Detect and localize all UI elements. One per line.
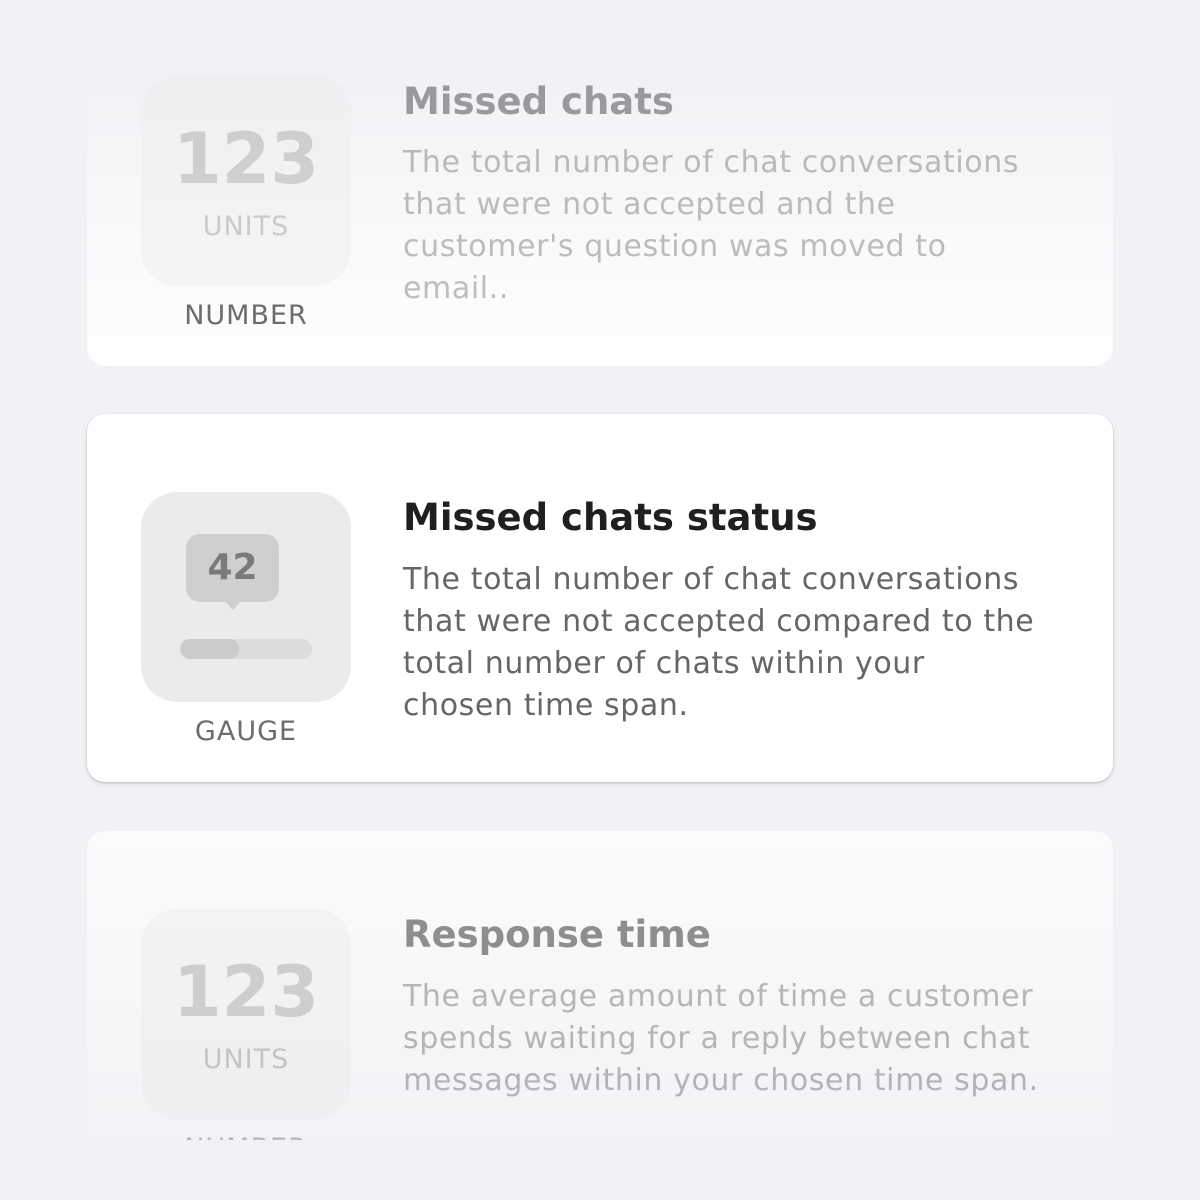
widget-card-missed-chats[interactable]: 123 UNITS Missed chats The total number … (87, 18, 1113, 366)
preview-number: 123 (172, 118, 320, 200)
preview-unit: UNITS (202, 1044, 290, 1075)
preview-number: 123 (172, 951, 320, 1033)
gauge-track (180, 639, 312, 659)
gauge-value-bubble: 42 (186, 534, 279, 602)
number-preview-tile: 123 UNITS (141, 909, 351, 1119)
gauge-fill (180, 639, 240, 659)
card-description: The total number of chat conversations t… (403, 145, 1020, 306)
widget-type-list: 123 UNITS Missed chats The total number … (0, 0, 1200, 1200)
gauge-preview-tile: 42 (141, 492, 351, 702)
widget-type-label: NUMBER (184, 300, 308, 331)
widget-card-missed-chats-status[interactable]: 42 GAUGE Missed chats status The total n… (87, 414, 1113, 782)
card-title: Missed chats status (403, 496, 818, 539)
bubble-tail (224, 600, 242, 610)
number-preview-tile: 123 UNITS (141, 76, 351, 286)
widget-card-response-time[interactable]: 123 UNITS NUMBER The average amount of t… (87, 831, 1113, 1171)
card-title: Response time (403, 913, 711, 956)
card-description: The average amount of time a customer sp… (403, 979, 1039, 1098)
card-title: Missed chats (403, 80, 674, 123)
widget-type-label: GAUGE (194, 716, 298, 747)
card-description: The total number of chat conversations t… (403, 562, 1035, 723)
bottom-fade (0, 1140, 1200, 1200)
preview-unit: UNITS (202, 211, 290, 242)
